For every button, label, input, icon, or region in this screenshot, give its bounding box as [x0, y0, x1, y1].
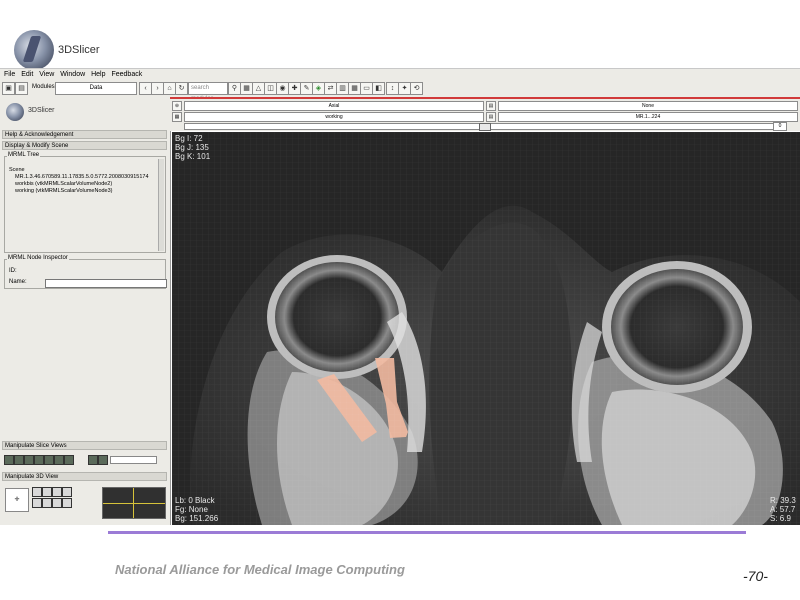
slice-grid-icon[interactable] — [64, 455, 74, 465]
bg-j-value: Bg J: 135 — [175, 143, 209, 152]
view3d-navigation-icon[interactable]: ✛ — [5, 488, 29, 512]
save-icon[interactable]: ▤ — [15, 82, 28, 95]
mrml-tree-group: MRML Tree Scene MR.1.3.46.670589.11.1783… — [4, 152, 166, 253]
node-inspector-group: MRML Node Inspector ID: Name: — [4, 255, 167, 289]
slice-viewer[interactable]: Bg I: 72 Bg J: 135 Bg K: 101 Lb: 0 Black… — [172, 132, 800, 525]
r-coordinate: R: 39.3 — [770, 496, 796, 505]
label-layer-icon[interactable]: ▦ — [172, 112, 182, 122]
view3d-controls: ✛ — [2, 483, 167, 523]
slice-opacity-slider[interactable] — [110, 456, 157, 464]
view3d-layout-icon[interactable]: ◧ — [372, 82, 385, 95]
s-coordinate: S: 6.9 — [770, 514, 791, 523]
view3d-pitch-icon[interactable] — [52, 487, 62, 497]
refresh-icon[interactable]: ↻ — [175, 82, 188, 95]
viewer-top-left-annotation: Bg I: 72 Bg J: 135 Bg K: 101 — [175, 134, 210, 161]
slice-offset-slider[interactable] — [184, 123, 786, 131]
section-manipulate-3d-view[interactable]: Manipulate 3D View — [2, 472, 167, 481]
page-number: -70- — [743, 568, 768, 584]
module-logo-icon — [6, 103, 24, 121]
view3d-roll-icon[interactable] — [62, 487, 72, 497]
view3d-rotate-icon[interactable] — [32, 487, 42, 497]
slice-controller: ⊕ Axial ▤ None ▦ working ▤ MR.1...224 0 — [170, 97, 800, 131]
mrml-tree-scrollbar[interactable] — [158, 159, 164, 251]
module-select[interactable]: Data — [55, 82, 137, 95]
slice-zoom-icon[interactable] — [88, 455, 98, 465]
orientation-select[interactable]: Axial — [184, 101, 484, 111]
slice-red-icon[interactable] — [14, 455, 24, 465]
view3d-zoom-icon[interactable] — [42, 487, 52, 497]
view3d-ortho-icon[interactable] — [62, 498, 72, 508]
modules-label: Modules — [32, 84, 55, 90]
slice-crosshair-icon[interactable] — [54, 455, 64, 465]
slicer-logo-icon — [14, 30, 54, 70]
section-display-modify-scene[interactable]: Display & Modify Scene — [2, 141, 167, 150]
mri-slice-image — [172, 132, 800, 525]
slice-link-icon[interactable] — [44, 455, 54, 465]
node-id-label: ID: — [9, 268, 17, 274]
label-value: Lb: 0 Black — [175, 496, 215, 505]
slice-views-toolbar — [2, 453, 167, 467]
place-icon[interactable]: ⟲ — [410, 82, 423, 95]
view3d-thumbnail[interactable] — [102, 487, 166, 519]
tree-item-scene[interactable]: Scene — [9, 167, 25, 173]
slice-offset-value[interactable]: 0 — [773, 122, 787, 131]
viewer-bottom-left-annotation: Lb: 0 Black Fg: None Bg: 151.266 — [175, 496, 218, 523]
slice-fit-icon[interactable] — [4, 455, 14, 465]
label-select[interactable]: working — [184, 112, 484, 122]
red-slice-indicator — [170, 97, 800, 99]
toolbar: ▣ ▤ Modules Data ‹ › ⌂ ↻ search modules … — [0, 80, 800, 102]
foreground-value: Fg: None — [175, 505, 208, 514]
foreground-select[interactable]: None — [498, 101, 798, 111]
footer-rule — [108, 531, 746, 534]
slice-offset-thumb[interactable] — [479, 123, 491, 131]
pin-icon[interactable]: ⊕ — [172, 101, 182, 111]
background-value: Bg: 151.266 — [175, 514, 219, 523]
fg-layer-icon[interactable]: ▤ — [486, 101, 496, 111]
tree-item-working[interactable]: working (vtkMRMLScalarVolumeNode3) — [15, 188, 113, 194]
a-coordinate: A: 57.7 — [770, 505, 796, 514]
view3d-stereo-icon[interactable] — [32, 498, 42, 508]
background-select[interactable]: MR.1...224 — [498, 112, 798, 122]
open-icon[interactable]: ▣ — [2, 82, 15, 95]
search-modules-input[interactable]: search modules — [188, 82, 228, 102]
node-inspector-title: MRML Node Inspector — [7, 255, 69, 261]
module-logo-text: 3DSlicer — [28, 107, 55, 114]
tree-item-mr-volume[interactable]: MR.1.3.46.670589.11.17835.5.0.5772.20080… — [15, 174, 149, 180]
bg-i-value: Bg I: 72 — [175, 134, 203, 143]
section-manipulate-slice-views[interactable]: Manipulate Slice Views — [2, 441, 167, 450]
slice-green-icon[interactable] — [34, 455, 44, 465]
bg-layer-icon[interactable]: ▤ — [486, 112, 496, 122]
view3d-camera-icon[interactable] — [42, 498, 52, 508]
module-panel: 3DSlicer Help & Acknowledgement Display … — [0, 97, 171, 525]
node-name-label: Name: — [9, 279, 27, 285]
slicer-logo-text: 3DSlicer — [58, 44, 100, 56]
section-help-acknowledgement[interactable]: Help & Acknowledgement — [2, 130, 167, 139]
mrml-tree-title: MRML Tree — [7, 152, 41, 158]
slice-yellow-icon[interactable] — [24, 455, 34, 465]
view3d-center-icon[interactable] — [52, 498, 62, 508]
slice-spacing-icon[interactable] — [98, 455, 108, 465]
tree-item-workbis[interactable]: workbis (vtkMRMLScalarVolumeNode2) — [15, 181, 112, 187]
viewer-bottom-right-annotation: R: 39.3 A: 57.7 S: 6.9 — [770, 496, 796, 523]
node-name-input[interactable] — [45, 279, 167, 288]
footer-organization: National Alliance for Medical Image Comp… — [115, 562, 405, 577]
bg-k-value: Bg K: 101 — [175, 152, 211, 161]
